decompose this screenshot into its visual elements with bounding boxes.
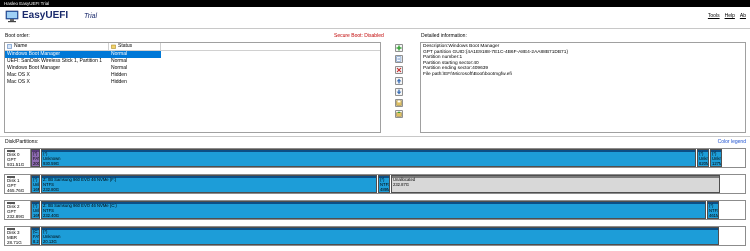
partition-block[interactable]: (*)Unknown620M [697, 149, 709, 167]
disk-size: 232.89G [7, 214, 25, 219]
restore-icon [396, 111, 402, 117]
name-column-icon [7, 44, 12, 49]
status-column-icon [111, 44, 116, 49]
column-status-label: Status [118, 43, 133, 49]
partition-label: 8.25G [33, 238, 39, 244]
partition-label: 127M [712, 160, 722, 166]
app-name: EasyUEFI [22, 10, 69, 21]
partition-label: 930.59G [43, 160, 60, 166]
disk-size: 28.71G [7, 240, 22, 245]
window-title: Hasleo EasyUEFI Trial [4, 1, 50, 6]
secure-boot-status: Secure Boot: Disabled [334, 33, 384, 39]
partition-label: 232.87G [393, 181, 410, 187]
disk-row[interactable]: Disk 3MBR28.71G(C:)OVERFAT328.25G(*)Unkn… [4, 226, 746, 246]
partition-block[interactable]: (*)Unknown16M [31, 175, 40, 193]
partition-label: 16M [33, 212, 39, 218]
disk-size: 465.76G [7, 188, 25, 193]
color-legend-link[interactable]: Color legend [718, 139, 746, 145]
restore-button[interactable] [395, 110, 403, 118]
move-down-button[interactable] [395, 88, 403, 96]
disk-info[interactable]: Disk 3 MBR 28.71G [5, 227, 31, 245]
edit-entry-button[interactable] [395, 55, 403, 63]
partition-block[interactable]: (*)FAT32200M [31, 149, 40, 167]
boot-entry-row[interactable]: Windows Boot Manager Normal [5, 51, 380, 58]
disk-info[interactable]: Disk 2 GPT 232.89G [5, 201, 31, 219]
partition-block[interactable]: Z: 0B Samsung 960 EVO 46 NVMe (C:) NTFS 23… [41, 201, 706, 219]
disk-partitions-label: Disk/Partitions: [5, 139, 39, 145]
boot-entry-row[interactable]: UEFI: SanDisk Wireless Stick 1, Partitio… [5, 58, 380, 65]
partition-block[interactable]: (*)Unknown127M [710, 149, 722, 167]
menu-about[interactable]: Ab [740, 13, 746, 19]
move-down-icon [396, 89, 402, 95]
boot-entry-name: Mac OS X [7, 79, 30, 85]
boot-entry-status: Hidden [111, 72, 127, 78]
boot-entry-status: Normal [111, 58, 128, 64]
disk-info[interactable]: Disk 0 GPT 931.51G [5, 149, 31, 167]
partition-label: 461M [709, 212, 719, 218]
boot-entry-name: Mac OS X [7, 72, 30, 78]
partition-label: 200M [33, 160, 40, 166]
partition-block[interactable]: (*) NTFS 489M [378, 175, 390, 193]
partition-label: 20.13G [43, 238, 57, 244]
boot-list-header: Name Status [5, 43, 380, 51]
disk-row[interactable]: Disk 1GPT465.76G(*)Unknown16MZ: 0B Samsu… [4, 174, 746, 194]
partition-label: 489M [380, 186, 390, 192]
partition-label: 16M [33, 186, 39, 192]
partition-block[interactable]: (*) Unknown 20.13G [41, 227, 719, 245]
detailed-info-label: Detailed information: [421, 33, 467, 39]
disk-size: 931.51G [7, 162, 25, 167]
boot-entry-status: Normal [111, 65, 128, 71]
backup-button[interactable] [395, 99, 403, 107]
boot-order-list[interactable]: Name Status Windows Boot Manager Normal … [4, 42, 381, 133]
delete-entry-icon [396, 67, 402, 73]
boot-entry-row[interactable]: Mac OS X Hidden [5, 72, 380, 79]
window-title-bar: Hasleo EasyUEFI Trial [0, 0, 750, 7]
boot-order-label: Boot order: [5, 33, 30, 39]
boot-entry-status: Hidden [111, 79, 127, 85]
partition-block[interactable]: (*) NTFS 461M [707, 201, 719, 219]
app-edition: Trial [84, 13, 98, 20]
app-header: EasyUEFI Trial Tools Help Ab [0, 7, 750, 25]
disk-info[interactable]: Disk 1 GPT 465.76G [5, 175, 31, 193]
easyuefi-logo-icon [5, 10, 19, 23]
boot-entry-name: Windows Boot Manager [7, 65, 61, 71]
disk-row[interactable]: Disk 2GPT232.89G(*)Unknown16MZ: 0B Samsu… [4, 200, 746, 220]
add-entry-icon [396, 45, 402, 51]
detail-line: File path:\EFI\Microsoft\Boot\bootmgfw.e… [423, 71, 512, 77]
backup-icon [396, 100, 402, 106]
add-entry-button[interactable] [395, 44, 403, 52]
delete-entry-button[interactable] [395, 66, 403, 74]
partition-block[interactable]: (*) Unknown 930.59G [41, 149, 696, 167]
panel-divider [0, 136, 750, 137]
partition-label: 232.40G [43, 212, 60, 218]
partition-block[interactable]: (C:)OVERFAT328.25G [31, 227, 40, 245]
disk-row[interactable]: Disk 0GPT931.51G(*)FAT32200M(*)Unknown93… [4, 148, 746, 168]
boot-entry-name: Windows Boot Manager [5, 51, 109, 58]
detailed-info-panel: Description:Windows Boot Manager GPT par… [420, 42, 746, 133]
boot-entry-name: UEFI: SanDisk Wireless Stick 1, Partitio… [7, 58, 103, 64]
menu-bar: Tools Help Ab [708, 13, 746, 19]
boot-entry-toolbar [395, 44, 405, 118]
column-name-label: Name [14, 43, 28, 49]
partition-block[interactable]: Z: 0B Samsung 960 EVO 46 NVMe (F:) NTFS 23… [41, 175, 377, 193]
header-divider [0, 28, 750, 29]
move-up-button[interactable] [395, 77, 403, 85]
partition-block[interactable]: (*)Unknown16M [31, 201, 40, 219]
edit-entry-icon [396, 56, 402, 62]
boot-entry-status: Normal [109, 51, 161, 58]
column-header-name[interactable]: Name [5, 43, 109, 50]
partition-label: 232.80G [43, 186, 60, 192]
menu-help[interactable]: Help [725, 13, 735, 19]
partition-label: 620M [699, 160, 709, 166]
column-header-status[interactable]: Status [109, 43, 161, 50]
boot-entry-row[interactable]: Windows Boot Manager Normal [5, 65, 380, 72]
boot-entry-row[interactable]: Mac OS X Hidden [5, 79, 380, 86]
menu-tools[interactable]: Tools [708, 13, 720, 19]
partition-block[interactable]: Unallocated 232.87G [391, 175, 720, 193]
move-up-icon [396, 78, 402, 84]
